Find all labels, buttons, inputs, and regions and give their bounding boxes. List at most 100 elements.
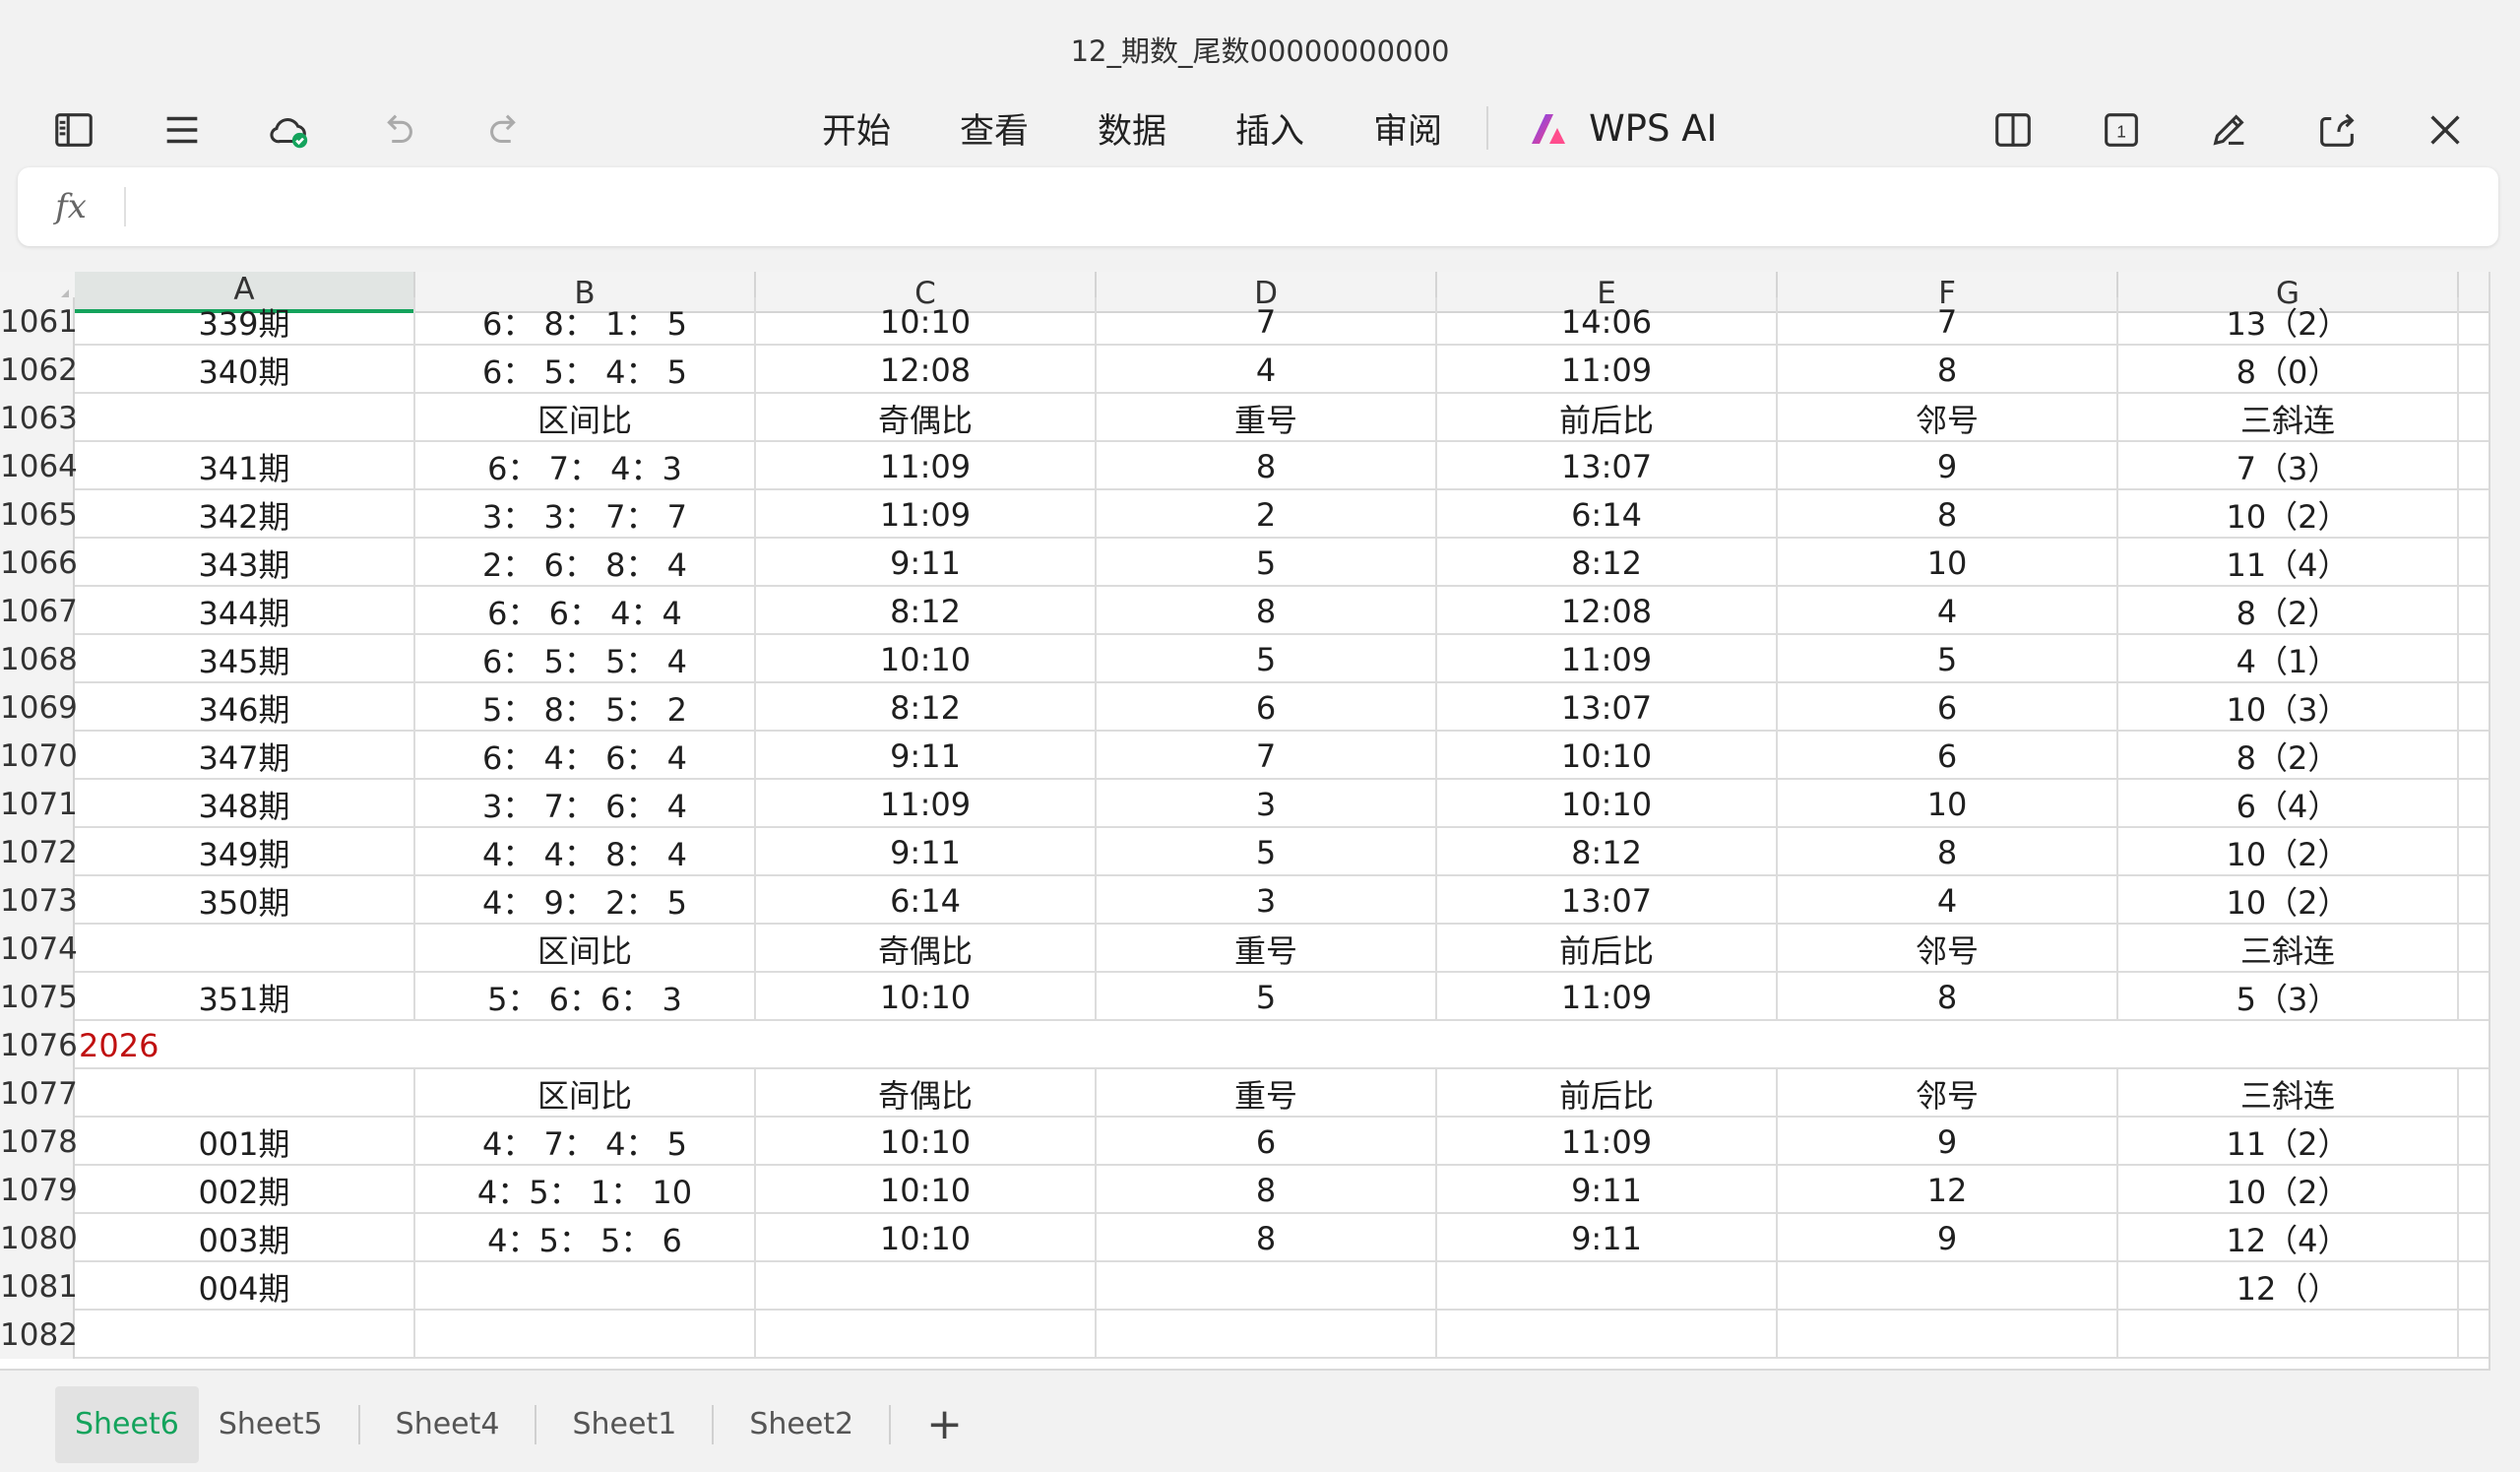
cell-d[interactable]: 6	[1097, 1118, 1437, 1166]
cell-f[interactable]: 5	[1778, 635, 2118, 683]
cell-f[interactable]: 12	[1778, 1166, 2118, 1214]
cell-e[interactable]: 9:11	[1437, 1214, 1778, 1262]
cell-d[interactable]: 4	[1097, 346, 1437, 394]
cell-f[interactable]: 6	[1778, 683, 2118, 732]
cell-d[interactable]: 8	[1097, 1166, 1437, 1214]
cell-g[interactable]: 4（1）	[2118, 635, 2459, 683]
cell-c[interactable]: 6:14	[756, 876, 1097, 925]
cell-c[interactable]: 10:10	[756, 635, 1097, 683]
cell-g[interactable]: 6（4）	[2118, 780, 2459, 828]
row-number[interactable]: 1069	[0, 683, 78, 732]
cell-d[interactable]: 3	[1097, 780, 1437, 828]
cell-d[interactable]: 5	[1097, 635, 1437, 683]
cell-a[interactable]	[75, 1311, 415, 1359]
cell-d[interactable]: 3	[1097, 876, 1437, 925]
cell-b[interactable]: 4：5： 1： 10	[415, 1166, 756, 1214]
menu-icon[interactable]	[154, 101, 211, 159]
cell-f[interactable]: 9	[1778, 1214, 2118, 1262]
row-number[interactable]: 1075	[0, 973, 78, 1021]
cell-b[interactable]: 6： 6： 4：4	[415, 587, 756, 635]
cell-b[interactable]: 3： 3： 7： 7	[415, 490, 756, 539]
menu-view[interactable]: 查看	[925, 94, 1063, 162]
cell-b[interactable]: 6： 4： 6： 4	[415, 732, 756, 780]
cell-a[interactable]: 344期	[75, 587, 415, 635]
cell-a[interactable]: 345期	[75, 635, 415, 683]
cell-a[interactable]: 350期	[75, 876, 415, 925]
cell-c[interactable]: 12:08	[756, 346, 1097, 394]
cell-g[interactable]: 12（）	[2118, 1262, 2459, 1311]
cell-a[interactable]: 343期	[75, 539, 415, 587]
cell-f[interactable]: 邻号	[1778, 925, 2118, 973]
cell-e[interactable]: 8:12	[1437, 828, 1778, 876]
cell-g[interactable]: 三斜连	[2118, 925, 2459, 973]
cell-f[interactable]: 8	[1778, 346, 2118, 394]
cell-c[interactable]: 奇偶比	[756, 925, 1097, 973]
cell-c[interactable]: 奇偶比	[756, 394, 1097, 442]
cell-e[interactable]: 8:12	[1437, 539, 1778, 587]
cell-d[interactable]: 8	[1097, 442, 1437, 490]
row-number[interactable]: 1067	[0, 587, 78, 635]
cell-b[interactable]: 区间比	[415, 394, 756, 442]
cell-g[interactable]: 5（3）	[2118, 973, 2459, 1021]
menu-data[interactable]: 数据	[1063, 94, 1201, 162]
row-number[interactable]: 1070	[0, 732, 78, 780]
cell-d[interactable]: 7	[1097, 732, 1437, 780]
cell-a[interactable]: 347期	[75, 732, 415, 780]
cell-g[interactable]: 8（2）	[2118, 732, 2459, 780]
fx-icon[interactable]: fx	[18, 187, 124, 226]
redo-icon[interactable]	[476, 101, 534, 159]
cell-b[interactable]: 6： 5： 5： 4	[415, 635, 756, 683]
cell-g[interactable]: 7（3）	[2118, 442, 2459, 490]
cell-b[interactable]: 5： 8： 5： 2	[415, 683, 756, 732]
cell-e[interactable]: 10:10	[1437, 732, 1778, 780]
cell-g[interactable]: 10（2）	[2118, 876, 2459, 925]
cell-f[interactable]: 9	[1778, 442, 2118, 490]
share-icon[interactable]	[2308, 101, 2365, 159]
cell-c[interactable]: 8:12	[756, 683, 1097, 732]
cell-g[interactable]	[2118, 1311, 2459, 1359]
row-number[interactable]: 1081	[0, 1262, 78, 1311]
cell-e[interactable]: 前后比	[1437, 1069, 1778, 1118]
cell-c[interactable]: 10:10	[756, 1166, 1097, 1214]
split-view-icon[interactable]	[1984, 101, 2042, 159]
cell-d[interactable]: 2	[1097, 490, 1437, 539]
cell-g[interactable]: 8（0）	[2118, 346, 2459, 394]
cell-b[interactable]: 6： 8： 1： 5	[415, 297, 756, 346]
cell-a[interactable]	[75, 394, 415, 442]
cell-g[interactable]: 11（4）	[2118, 539, 2459, 587]
cell-a-year[interactable]: 2026	[75, 1021, 2459, 1069]
cell-f[interactable]: 6	[1778, 732, 2118, 780]
cell-d[interactable]: 7	[1097, 297, 1437, 346]
cell-e[interactable]: 13:07	[1437, 683, 1778, 732]
cell-b[interactable]	[415, 1311, 756, 1359]
cell-f[interactable]: 7	[1778, 297, 2118, 346]
cell-a[interactable]: 351期	[75, 973, 415, 1021]
cell-b[interactable]: 6： 7： 4：3	[415, 442, 756, 490]
cell-f[interactable]: 4	[1778, 587, 2118, 635]
cell-a[interactable]: 004期	[75, 1262, 415, 1311]
row-number[interactable]: 1066	[0, 539, 78, 587]
cell-b[interactable]	[415, 1262, 756, 1311]
cell-c[interactable]: 11:09	[756, 442, 1097, 490]
cell-d[interactable]: 8	[1097, 1214, 1437, 1262]
cell-a[interactable]	[75, 1069, 415, 1118]
cell-b[interactable]: 3： 7： 6： 4	[415, 780, 756, 828]
cell-e[interactable]: 13:07	[1437, 876, 1778, 925]
cell-a[interactable]	[75, 925, 415, 973]
cell-g[interactable]: 12（4）	[2118, 1214, 2459, 1262]
cell-b[interactable]: 区间比	[415, 1069, 756, 1118]
cell-a[interactable]: 342期	[75, 490, 415, 539]
menu-review[interactable]: 审阅	[1339, 94, 1477, 162]
row-number[interactable]: 1068	[0, 635, 78, 683]
sheet-tab-sheet6[interactable]: Sheet6	[55, 1385, 199, 1463]
cell-a[interactable]: 002期	[75, 1166, 415, 1214]
cell-c[interactable]: 10:10	[756, 1118, 1097, 1166]
cell-e[interactable]: 11:09	[1437, 635, 1778, 683]
sheet-tab-sheet5[interactable]: Sheet5	[199, 1386, 343, 1463]
cell-b[interactable]: 5： 6：6： 3	[415, 973, 756, 1021]
row-number[interactable]: 1074	[0, 925, 78, 973]
cell-g[interactable]: 10（2）	[2118, 490, 2459, 539]
cell-c[interactable]	[756, 1262, 1097, 1311]
cell-f[interactable]: 4	[1778, 876, 2118, 925]
page-count-icon[interactable]: 1	[2093, 101, 2150, 159]
